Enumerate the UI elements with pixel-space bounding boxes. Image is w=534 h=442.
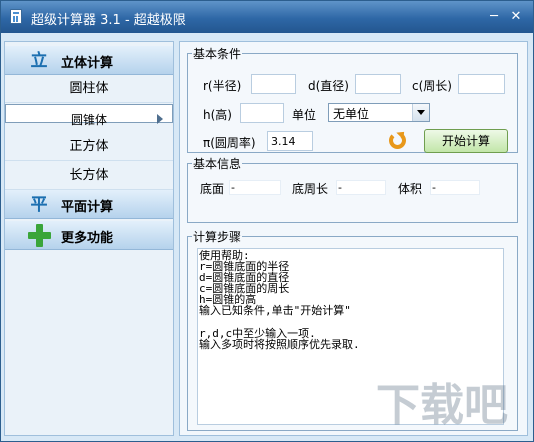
close-button[interactable]: ✕ (506, 8, 526, 26)
basic-info-group: 基本信息 底面 - 底周长 - 体积 - (187, 155, 518, 223)
perimeter-input[interactable] (458, 74, 505, 94)
height-input[interactable] (240, 103, 284, 123)
category-solid[interactable]: 立 立体计算 (5, 46, 173, 75)
radius-label: r(半径) (203, 79, 242, 93)
unit-select[interactable]: 无单位 (328, 103, 430, 122)
plane-icon: 平 (30, 195, 48, 215)
basic-conditions-legend: 基本条件 (193, 47, 242, 61)
radius-input[interactable] (251, 74, 296, 94)
base-perimeter-value: - (336, 180, 386, 195)
volume-label: 体积 (398, 182, 423, 196)
chevron-right-icon (157, 114, 163, 124)
solid-icon: 立 (30, 51, 48, 71)
category-solid-label: 立体计算 (61, 56, 114, 71)
diameter-label: d(直径) (308, 79, 349, 93)
app-icon (10, 9, 22, 24)
unit-select-value: 无单位 (333, 107, 370, 121)
basic-conditions-group: 基本条件 r(半径) d(直径) c(周长) h(高) 单位 无单位 π(圆周率… (187, 45, 518, 153)
pi-input[interactable] (267, 131, 313, 151)
app-window: 超级计算器 3.1 - 超越极限 ─ ✕ 立 立体计算 圆柱体 圆锥体 正方体 … (0, 0, 534, 442)
volume-value: - (430, 180, 480, 195)
sidebar-item-cone[interactable]: 圆锥体 (5, 104, 173, 127)
base-area-label: 底面 (200, 182, 225, 196)
plus-icon (28, 224, 51, 247)
sidebar: 立 立体计算 圆柱体 圆锥体 正方体 长方体 平 平面计算 更多功能 (4, 41, 174, 436)
base-perimeter-label: 底周长 (292, 182, 329, 196)
sidebar-item-cylinder[interactable]: 圆柱体 (5, 75, 173, 103)
category-more[interactable]: 更多功能 (5, 221, 173, 250)
height-label: h(高) (203, 108, 232, 122)
basic-info-legend: 基本信息 (193, 157, 242, 171)
sidebar-item-cube[interactable]: 正方体 (5, 133, 173, 161)
category-more-label: 更多功能 (61, 231, 114, 246)
calc-steps-legend: 计算步骤 (193, 230, 242, 244)
watermark-logo: 下载吧 (376, 380, 508, 431)
title-bar: 超级计算器 3.1 - 超越极限 ─ ✕ (1, 1, 533, 33)
refresh-icon[interactable] (389, 132, 406, 149)
category-plane-label: 平面计算 (61, 200, 114, 215)
start-calc-button[interactable]: 开始计算 (424, 129, 508, 153)
sidebar-item-cuboid[interactable]: 长方体 (5, 162, 173, 190)
diameter-input[interactable] (355, 74, 401, 94)
sidebar-item-cone-label: 圆锥体 (70, 113, 107, 127)
chevron-down-icon (412, 104, 429, 121)
pi-label: π(圆周率) (203, 136, 256, 150)
perimeter-label: c(周长) (412, 79, 452, 93)
window-title: 超级计算器 3.1 - 超越极限 (31, 13, 186, 28)
category-plane[interactable]: 平 平面计算 (5, 190, 173, 219)
base-area-value: - (229, 180, 281, 195)
unit-label: 单位 (292, 108, 317, 122)
minimize-button[interactable]: ─ (484, 8, 504, 26)
